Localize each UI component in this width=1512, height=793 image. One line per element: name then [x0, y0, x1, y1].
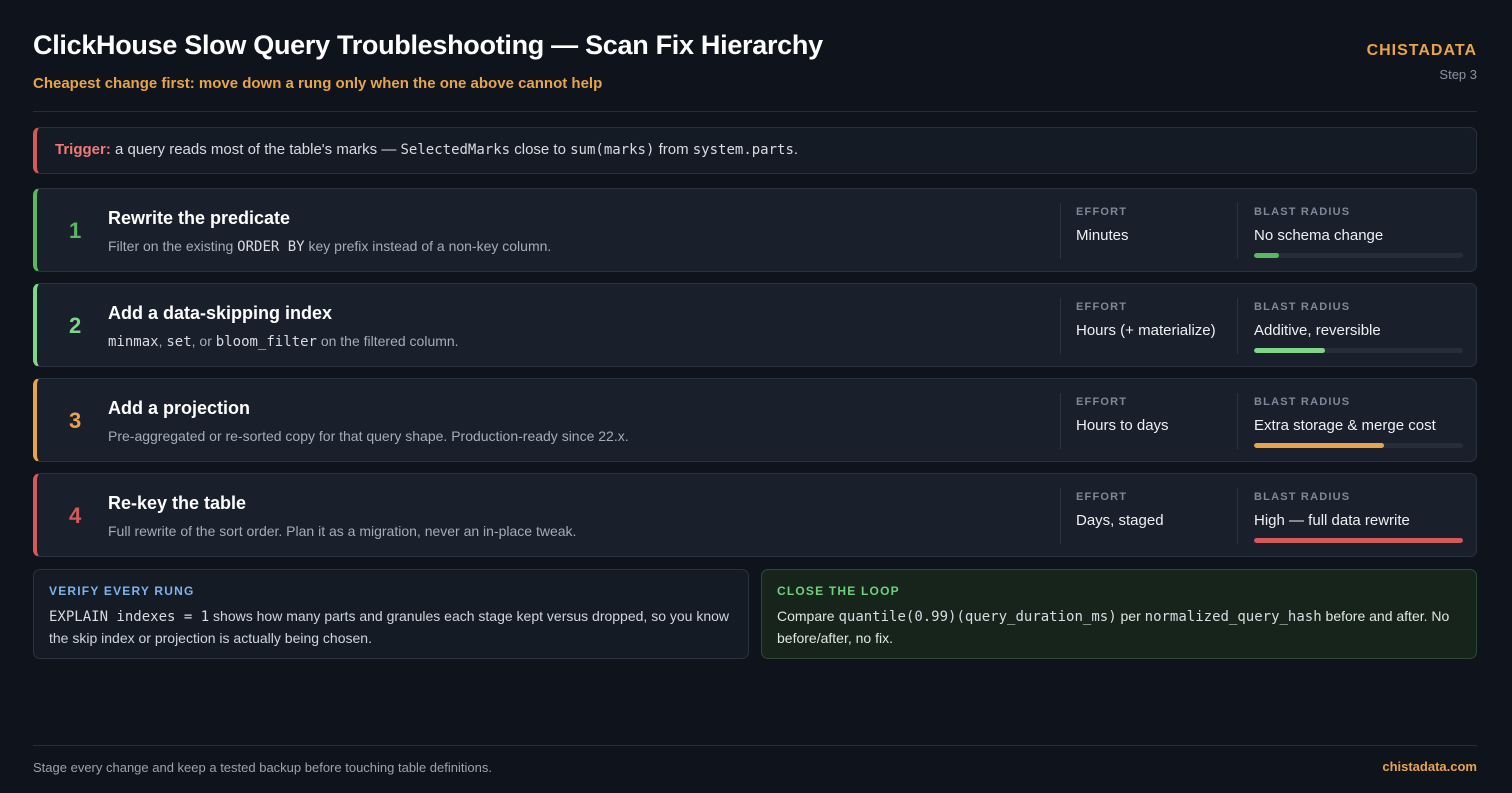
blast-radius-value: No schema change: [1254, 227, 1384, 244]
footer-note: Stage every change and keep a tested bac…: [33, 760, 492, 775]
trigger-banner: Trigger: a query reads most of the table…: [33, 127, 1477, 174]
divider: [1237, 203, 1238, 259]
blast-radius-bar: [1254, 253, 1463, 258]
effort-value: Hours (+ materialize): [1076, 322, 1216, 339]
rung-desc-code: bloom_filter: [215, 334, 317, 350]
rung-desc-text: Filter on the existing: [108, 238, 238, 254]
blast-radius-bar-fill: [1254, 348, 1326, 353]
effort-label: EFFORT: [1076, 301, 1128, 313]
close-loop-label: CLOSE THE LOOP: [777, 584, 900, 598]
rung-description: Filter on the existing ORDER BY key pref…: [108, 238, 551, 255]
rung-title: Add a data-skipping index: [108, 303, 333, 323]
rung-3-card: 3 Add a projection Pre-aggregated or re-…: [33, 378, 1477, 462]
rung-desc-text: key prefix instead of a non-key column.: [304, 238, 552, 254]
rung-desc-code: ORDER BY: [237, 239, 305, 255]
trigger-code-selectedmarks: SelectedMarks: [400, 142, 511, 158]
trigger-code-sum-marks: sum(marks): [570, 142, 655, 158]
divider: [1237, 393, 1238, 449]
page-title: ClickHouse Slow Query Troubleshooting — …: [33, 30, 823, 60]
rung-title: Re-key the table: [108, 493, 247, 513]
trigger-code-system-parts: system.parts: [692, 142, 794, 158]
rung-number: 1: [69, 218, 82, 243]
brand-logo-text: CHISTADATA: [1366, 42, 1477, 59]
trigger-label: Trigger:: [55, 141, 111, 158]
effort-label: EFFORT: [1076, 206, 1128, 218]
rung-desc-text: , or: [191, 333, 216, 349]
trigger-text: a query reads most of the table's marks …: [110, 141, 401, 158]
close-the-loop-box: CLOSE THE LOOP Compare quantile(0.99)(qu…: [761, 569, 1477, 659]
close-loop-text: Compare quantile(0.99)(query_duration_ms…: [777, 606, 1461, 649]
rung-4-card: 4 Re-key the table Full rewrite of the s…: [33, 473, 1477, 557]
rung-title: Rewrite the predicate: [108, 208, 291, 228]
verify-code: EXPLAIN indexes = 1: [49, 609, 210, 625]
blast-radius-bar-fill: [1254, 253, 1280, 258]
trigger-text: .: [793, 141, 799, 158]
effort-value: Days, staged: [1076, 512, 1164, 529]
rung-title: Add a projection: [108, 398, 251, 418]
verify-label: VERIFY EVERY RUNG: [49, 584, 195, 598]
blast-radius-bar: [1254, 443, 1463, 448]
divider: [1060, 393, 1061, 449]
blast-radius-label: BLAST RADIUS: [1254, 206, 1351, 218]
effort-value: Minutes: [1076, 227, 1129, 244]
close-loop-code: normalized_query_hash: [1144, 609, 1322, 625]
blast-radius-bar: [1254, 348, 1463, 353]
step-indicator: Step 3: [1439, 67, 1477, 82]
divider: [1060, 203, 1061, 259]
verify-every-rung-box: VERIFY EVERY RUNG EXPLAIN indexes = 1 sh…: [33, 569, 749, 659]
effort-label: EFFORT: [1076, 491, 1128, 503]
blast-radius-value: High — full data rewrite: [1254, 512, 1410, 529]
blast-radius-label: BLAST RADIUS: [1254, 301, 1351, 313]
rung-number: 3: [69, 408, 82, 433]
header: ClickHouse Slow Query Troubleshooting — …: [33, 30, 1477, 112]
rung-description: minmax, set, or bloom_filter on the filt…: [108, 333, 459, 350]
footer: Stage every change and keep a tested bac…: [33, 745, 1477, 775]
footer-link[interactable]: chistadata.com: [1382, 759, 1477, 774]
rung-description: Pre-aggregated or re-sorted copy for tha…: [108, 428, 629, 444]
rung-number: 2: [69, 313, 82, 338]
rung-2-card: 2 Add a data-skipping index minmax, set,…: [33, 283, 1477, 367]
divider: [1237, 298, 1238, 354]
rung-desc-code: minmax: [108, 334, 159, 350]
blast-radius-bar-fill: [1254, 538, 1463, 543]
blast-radius-label: BLAST RADIUS: [1254, 491, 1351, 503]
blast-radius-bar: [1254, 538, 1463, 543]
effort-value: Hours to days: [1076, 417, 1169, 434]
rung-description: Full rewrite of the sort order. Plan it …: [108, 523, 577, 539]
close-loop-body: Compare: [777, 608, 839, 624]
page-subtitle: Cheapest change first: move down a rung …: [33, 75, 603, 92]
blast-radius-value: Extra storage & merge cost: [1254, 417, 1436, 434]
divider: [1237, 488, 1238, 544]
close-loop-body: per: [1116, 608, 1145, 624]
rung-desc-code: set: [166, 334, 192, 350]
divider: [1060, 298, 1061, 354]
blast-radius-bar-fill: [1254, 443, 1384, 448]
rung-desc-text: on the filtered column.: [316, 333, 459, 349]
close-loop-code: quantile(0.99)(query_duration_ms): [838, 609, 1117, 625]
effort-label: EFFORT: [1076, 396, 1128, 408]
trigger-text: from: [654, 141, 693, 158]
rung-1-card: 1 Rewrite the predicate Filter on the ex…: [33, 188, 1477, 272]
divider: [1060, 488, 1061, 544]
verify-text: EXPLAIN indexes = 1 shows how many parts…: [49, 606, 733, 649]
trigger-text: close to: [510, 141, 571, 158]
blast-radius-value: Additive, reversible: [1254, 322, 1381, 339]
blast-radius-label: BLAST RADIUS: [1254, 396, 1351, 408]
rung-number: 4: [69, 503, 82, 528]
